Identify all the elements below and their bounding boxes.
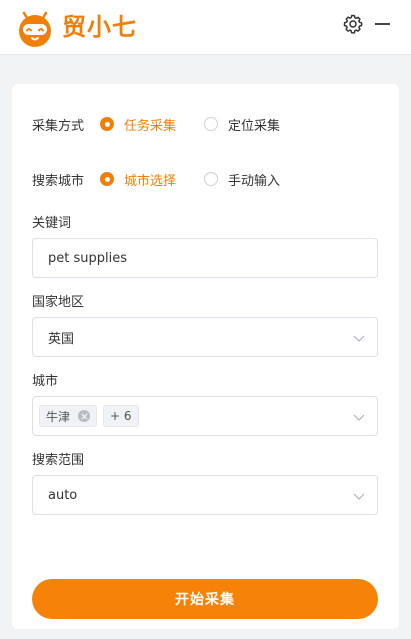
city-tag-more: + 6 (103, 405, 139, 427)
country-label: 国家地区 (32, 295, 85, 310)
country-select[interactable]: 英国 (32, 317, 378, 357)
city-label: 城市 (32, 374, 59, 389)
radio-locate-collect[interactable]: 定位采集 (204, 115, 280, 134)
collect-form-card: 采集方式 任务采集 定位采集 搜索城市 城市选择 手动输入 关键词 国家地区 英… (12, 84, 399, 629)
range-label: 搜索范围 (32, 453, 85, 468)
keyword-label: 关键词 (32, 216, 72, 231)
country-value: 英国 (48, 331, 75, 347)
app-logo-text: 贸小七 (62, 13, 137, 41)
keyword-field (32, 238, 378, 278)
robot-mascot-icon (19, 11, 51, 47)
city-tag: 牛津 (39, 405, 98, 427)
radio-city-select[interactable]: 城市选择 (100, 170, 176, 189)
range-select[interactable]: auto (32, 475, 378, 515)
radio-locate-collect-label: 定位采集 (228, 118, 281, 134)
app-header: 贸小七 (0, 0, 411, 55)
radio-unchecked-icon (204, 117, 219, 131)
collect-mode-row: 采集方式 任务采集 定位采集 (32, 114, 308, 134)
search-city-row: 搜索城市 城市选择 手动输入 (32, 169, 308, 189)
minimize-icon[interactable] (372, 12, 394, 36)
chevron-down-icon (353, 335, 365, 342)
radio-manual-input[interactable]: 手动输入 (204, 170, 280, 189)
keyword-input[interactable] (48, 239, 377, 277)
chevron-down-icon (353, 414, 365, 421)
chevron-down-icon (353, 493, 365, 500)
radio-unchecked-icon (204, 172, 219, 186)
radio-checked-icon (100, 172, 114, 186)
city-select[interactable]: 牛津 + 6 (32, 396, 378, 436)
radio-task-collect-label: 任务采集 (124, 118, 177, 134)
search-city-label: 搜索城市 (32, 173, 85, 189)
close-circle-icon[interactable] (78, 410, 91, 422)
radio-manual-input-label: 手动输入 (228, 173, 281, 189)
range-value: auto (48, 487, 78, 503)
city-tag-label: 牛津 (46, 409, 71, 424)
radio-checked-icon (100, 117, 114, 131)
gear-icon[interactable] (341, 12, 365, 36)
radio-task-collect[interactable]: 任务采集 (100, 115, 176, 134)
radio-city-select-label: 城市选择 (124, 173, 177, 189)
start-collect-button[interactable]: 开始采集 (32, 579, 378, 619)
collect-mode-label: 采集方式 (32, 118, 85, 134)
